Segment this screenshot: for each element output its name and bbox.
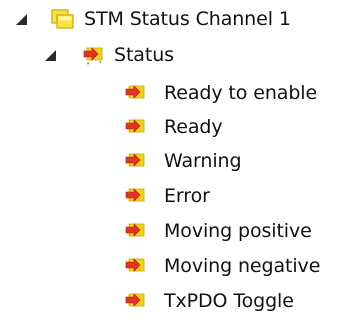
tree-item-label: Warning	[164, 150, 242, 172]
tree-item[interactable]: Warning	[0, 144, 344, 178]
input-variable-icon	[82, 44, 106, 66]
tree-item-label: TxPDO Toggle	[164, 290, 294, 312]
tree-item[interactable]: Ready	[0, 110, 344, 144]
tree-item[interactable]: TxPDO Toggle	[0, 284, 344, 318]
tree-item[interactable]: Ready to enable	[0, 76, 344, 110]
tree-item-label: Moving positive	[164, 220, 312, 242]
tree-item-label: Moving negative	[164, 255, 321, 277]
tree-item-label: Ready	[164, 116, 223, 138]
tree-item[interactable]: Moving positive	[0, 214, 344, 248]
tree-node-status-group-label: Status	[114, 44, 174, 66]
expanded-triangle-icon[interactable]	[14, 11, 32, 29]
tree-item-label: Ready to enable	[164, 82, 318, 104]
expanded-triangle-icon[interactable]	[43, 47, 61, 65]
tree-item-label: Error	[164, 185, 210, 207]
input-variable-icon	[124, 290, 148, 312]
tree-node-root[interactable]: STM Status Channel 1	[0, 2, 344, 36]
channel-folder-icon	[51, 8, 75, 30]
tree-node-status-group[interactable]: Status	[0, 38, 344, 72]
input-variable-icon	[124, 220, 148, 242]
input-variable-icon	[124, 116, 148, 138]
tree-node-root-label: STM Status Channel 1	[84, 8, 291, 30]
input-variable-icon	[124, 185, 148, 207]
tree-item[interactable]: Moving negative	[0, 249, 344, 283]
input-variable-icon	[124, 150, 148, 172]
input-variable-icon	[124, 255, 148, 277]
input-variable-icon	[124, 82, 148, 104]
io-tree-view: STM Status Channel 1 Status Ready to ena…	[0, 0, 344, 324]
tree-item[interactable]: Error	[0, 179, 344, 213]
